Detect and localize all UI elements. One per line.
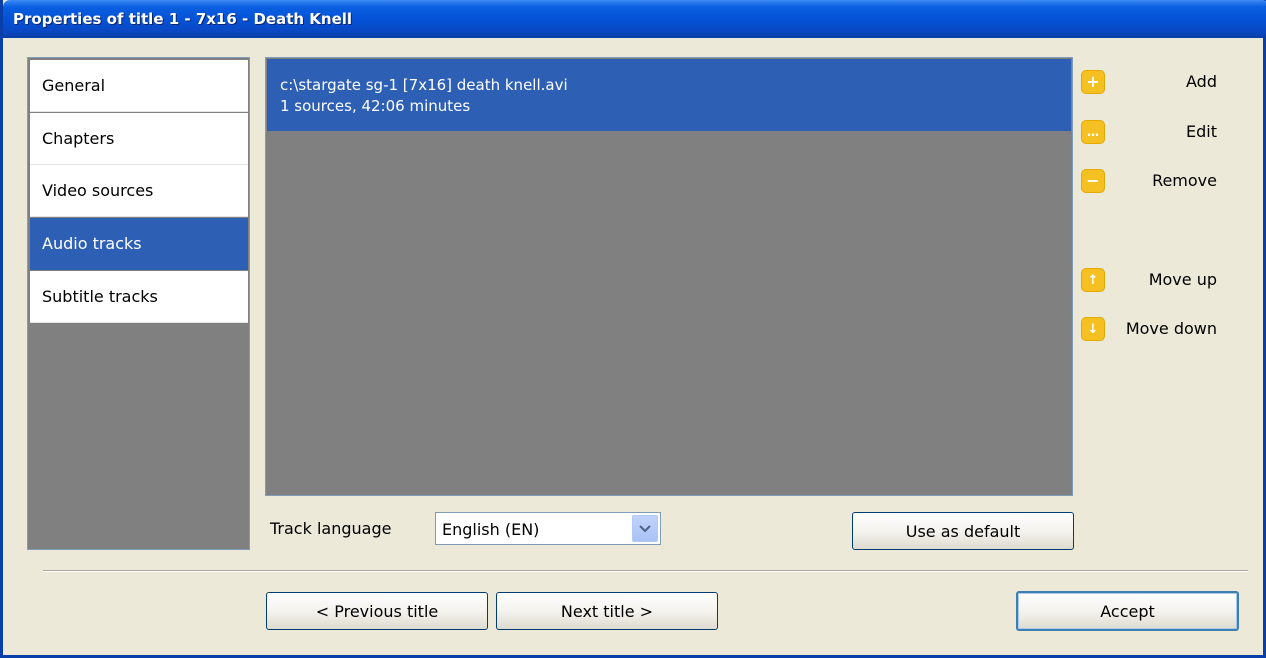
nav-item-subtitle-tracks[interactable]: Subtitle tracks xyxy=(30,271,248,323)
track-language-select[interactable]: English (EN) xyxy=(435,512,661,545)
remove-button[interactable]: − Remove xyxy=(1077,166,1217,194)
track-language-value: English (EN) xyxy=(442,520,540,539)
nav-item-video-sources[interactable]: Video sources xyxy=(30,165,248,217)
move-up-label: Move up xyxy=(1148,269,1217,289)
chevron-down-icon[interactable] xyxy=(632,515,658,542)
arrow-up-icon: ↑ xyxy=(1081,268,1105,292)
minus-icon: − xyxy=(1081,169,1105,193)
previous-title-button[interactable]: < Previous title xyxy=(266,592,488,630)
window-title: Properties of title 1 - 7x16 - Death Kne… xyxy=(13,10,353,28)
use-as-default-button[interactable]: Use as default xyxy=(852,512,1074,550)
nav-item-audio-tracks[interactable]: Audio tracks xyxy=(30,218,248,270)
plus-icon: + xyxy=(1081,70,1105,94)
divider xyxy=(43,570,1248,572)
nav-item-general[interactable]: General xyxy=(30,60,248,112)
move-up-button[interactable]: ↑ Move up xyxy=(1077,265,1217,293)
edit-button[interactable]: … Edit xyxy=(1077,117,1217,145)
accept-button[interactable]: Accept xyxy=(1016,591,1239,631)
track-item[interactable]: c:\stargate sg-1 [7x16] death knell.avi … xyxy=(267,59,1071,131)
properties-dialog: Properties of title 1 - 7x16 - Death Kne… xyxy=(0,0,1266,658)
remove-label: Remove xyxy=(1152,170,1217,190)
track-details: 1 sources, 42:06 minutes xyxy=(280,97,471,115)
nav-item-chapters[interactable]: Chapters xyxy=(30,113,248,165)
move-down-button[interactable]: ↓ Move down xyxy=(1077,314,1217,342)
title-bar[interactable]: Properties of title 1 - 7x16 - Death Kne… xyxy=(3,0,1266,38)
track-file-path: c:\stargate sg-1 [7x16] death knell.avi xyxy=(280,76,568,94)
move-down-label: Move down xyxy=(1125,318,1217,338)
arrow-down-icon: ↓ xyxy=(1081,317,1105,341)
edit-label: Edit xyxy=(1186,121,1217,141)
add-label: Add xyxy=(1186,71,1217,91)
property-nav-list: General Chapters Video sources Audio tra… xyxy=(27,57,250,550)
audio-track-list[interactable]: c:\stargate sg-1 [7x16] death knell.avi … xyxy=(265,57,1073,496)
next-title-button[interactable]: Next title > xyxy=(496,592,718,630)
track-language-label: Track language xyxy=(270,519,392,538)
add-button[interactable]: + Add xyxy=(1077,67,1217,95)
ellipsis-icon: … xyxy=(1081,120,1105,144)
